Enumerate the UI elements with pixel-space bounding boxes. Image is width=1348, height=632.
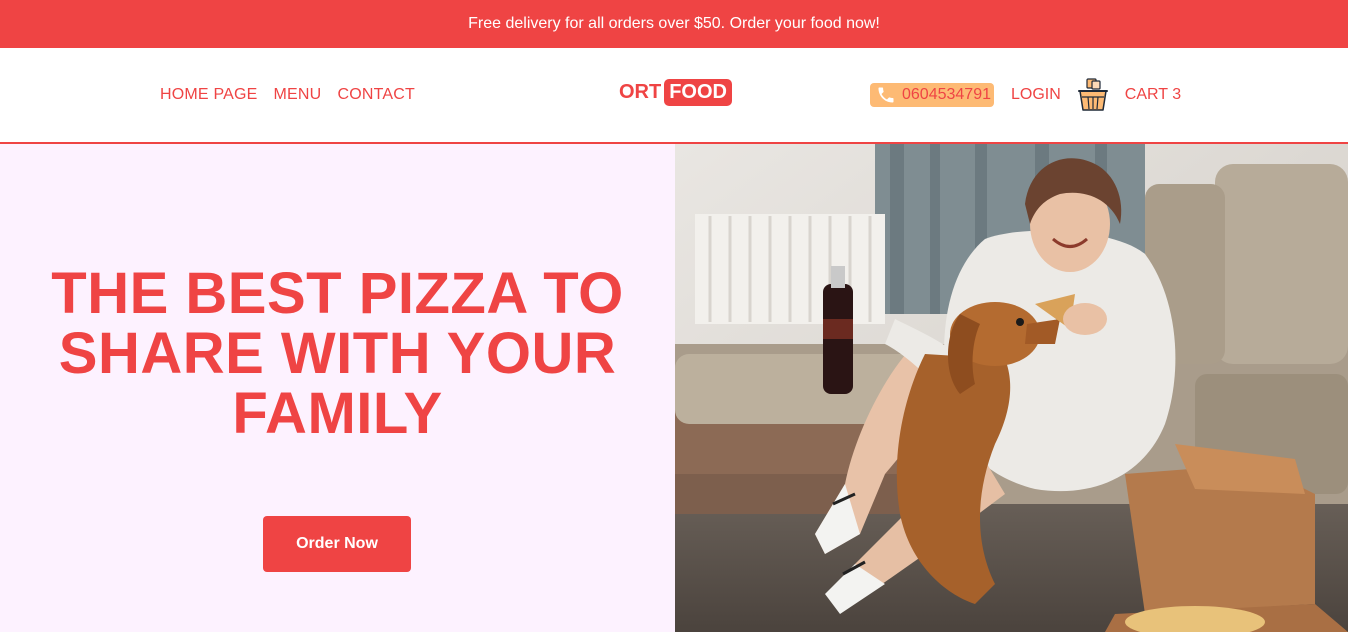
phone-icon — [876, 85, 896, 105]
navbar: HOME PAGE MENU CONTACT ORT FOOD 06045347… — [0, 48, 1348, 144]
hero-image — [675, 144, 1348, 632]
nav-link-home[interactable]: HOME PAGE — [160, 86, 258, 104]
nav-link-menu[interactable]: MENU — [274, 86, 322, 104]
basket-icon[interactable] — [1077, 78, 1108, 112]
site-logo[interactable]: ORT FOOD — [619, 79, 732, 106]
nav-actions: 0604534791 LOGIN CART 3 — [870, 48, 1181, 142]
logo-text-ort: ORT — [619, 81, 662, 103]
cart-link[interactable]: CART 3 — [1125, 86, 1181, 104]
phone-number: 0604534791 — [902, 86, 991, 103]
phone-contact[interactable]: 0604534791 — [870, 83, 994, 107]
login-link[interactable]: LOGIN — [1011, 86, 1061, 104]
logo-text-food: FOOD — [664, 79, 732, 106]
nav-link-contact[interactable]: CONTACT — [337, 86, 415, 104]
main-nav: HOME PAGE MENU CONTACT — [160, 48, 415, 142]
promo-text: Free delivery for all orders over $50. O… — [468, 15, 880, 32]
promo-banner: Free delivery for all orders over $50. O… — [0, 0, 1348, 48]
hero-section: THE BEST PIZZA TO SHARE WITH YOUR FAMILY… — [0, 144, 675, 632]
hero-title: THE BEST PIZZA TO SHARE WITH YOUR FAMILY — [51, 261, 624, 446]
order-now-button[interactable]: Order Now — [263, 516, 411, 572]
